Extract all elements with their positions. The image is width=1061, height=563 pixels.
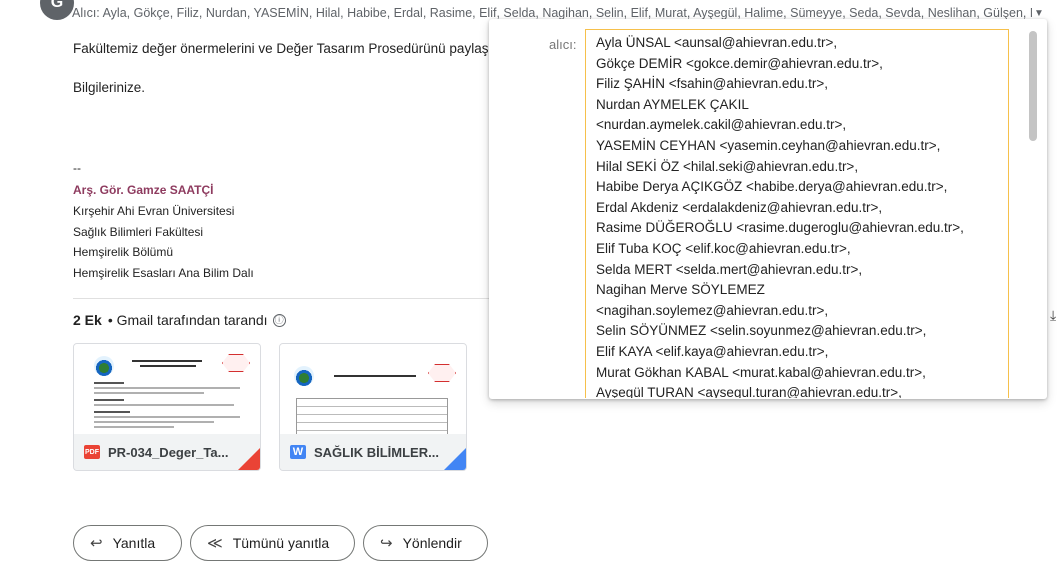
reply-all-icon: ≪	[207, 535, 223, 552]
recipient-item[interactable]: <nagihan.soylemez@ahievran.edu.tr>,	[596, 301, 964, 322]
download-icon[interactable]: ⤓	[1050, 307, 1056, 324]
recipient-item[interactable]: Filiz ŞAHİN <fsahin@ahievran.edu.tr>,	[596, 74, 964, 95]
attachment-count: 2 Ek	[73, 312, 102, 328]
info-icon[interactable]: ⓘ	[272, 313, 286, 327]
recipients-summary[interactable]: Alıcı: Ayla, Gökçe, Filiz, Nurdan, YASEM…	[72, 6, 1032, 20]
recipient-item[interactable]: Habibe Derya AÇIKGÖZ <habibe.derya@ahiev…	[596, 177, 964, 198]
attachment-filename: SAĞLIK BİLİMLER...	[314, 444, 439, 460]
recipient-list: Ayla ÜNSAL <aunsal@ahievran.edu.tr>, Gök…	[596, 33, 964, 398]
word-file-icon: W	[290, 445, 306, 459]
attachment-thumbnail	[280, 344, 466, 436]
university-logo-icon	[294, 366, 314, 386]
recipients-label: alıcı:	[549, 37, 577, 52]
recipient-item[interactable]: Erdal Akdeniz <erdalakdeniz@ahievran.edu…	[596, 198, 964, 219]
signature-line-department: Hemşirelik Bölümü	[73, 245, 174, 259]
signature-name: Arş. Gör. Gamze SAATÇİ	[73, 183, 214, 197]
stamp-icon	[222, 354, 250, 372]
attachment-card-word[interactable]: W SAĞLIK BİLİMLER...	[279, 343, 467, 471]
recipient-item[interactable]: Ayla ÜNSAL <aunsal@ahievran.edu.tr>,	[596, 33, 964, 54]
popover-scrollbar[interactable]	[1029, 31, 1037, 141]
reply-label: Yanıtla	[112, 535, 156, 551]
recipient-item[interactable]: YASEMİN CEYHAN <yasemin.ceyhan@ahievran.…	[596, 136, 964, 157]
reply-all-label: Tümünü yanıtla	[232, 535, 330, 551]
recipient-item[interactable]: Selin SÖYÜNMEZ <selin.soyunmez@ahievran.…	[596, 321, 964, 342]
recipients-popover: alıcı: Ayla ÜNSAL <aunsal@ahievran.edu.t…	[489, 19, 1047, 399]
pdf-file-icon: PDF	[84, 445, 100, 459]
email-body-line-1: Fakültemiz değer önermelerini ve Değer T…	[73, 41, 489, 56]
recipient-item[interactable]: Rasime DÜĞEROĞLU <rasime.dugeroglu@ahiev…	[596, 218, 964, 239]
chevron-down-icon[interactable]: ▼	[1034, 8, 1044, 19]
signature-separator: --	[73, 161, 81, 175]
attachment-caption: W SAĞLIK BİLİMLER...	[280, 434, 466, 470]
sender-avatar[interactable]: G	[40, 0, 74, 20]
page-fold-icon	[238, 448, 260, 470]
forward-button[interactable]: ↪ Yönlendir	[363, 525, 488, 561]
university-logo-icon	[94, 356, 114, 376]
recipient-item[interactable]: Elif KAYA <elif.kaya@ahievran.edu.tr>,	[596, 342, 964, 363]
page-fold-icon	[444, 448, 466, 470]
email-body-line-2: Bilgilerinize.	[73, 80, 146, 95]
reply-button[interactable]: ↩ Yanıtla	[73, 525, 182, 561]
recipient-item[interactable]: Murat Gökhan KABAL <murat.kabal@ahievran…	[596, 363, 964, 384]
scan-label: • Gmail tarafından tarandı	[107, 312, 268, 328]
reply-icon: ↩	[90, 535, 103, 552]
divider	[73, 298, 491, 299]
recipient-item[interactable]: Gökçe DEMİR <gokce.demir@ahievran.edu.tr…	[596, 54, 964, 75]
signature-line-university: Kırşehir Ahi Evran Üniversitesi	[73, 204, 235, 218]
recipient-item[interactable]: <nurdan.aymelek.cakil@ahievran.edu.tr>,	[596, 115, 964, 136]
recipient-item[interactable]: Elif Tuba KOÇ <elif.koc@ahievran.edu.tr>…	[596, 239, 964, 260]
recipient-item[interactable]: Nurdan AYMELEK ÇAKIL	[596, 95, 964, 116]
attachment-filename: PR-034_Deger_Ta...	[108, 444, 229, 460]
attachment-thumbnail	[74, 344, 260, 434]
recipients-field[interactable]: Ayla ÜNSAL <aunsal@ahievran.edu.tr>, Gök…	[585, 29, 1009, 398]
recipient-item[interactable]: Hilal SEKİ ÖZ <hilal.seki@ahievran.edu.t…	[596, 157, 964, 178]
recipient-item[interactable]: Nagihan Merve SÖYLEMEZ	[596, 280, 964, 301]
attachments-header: 2 Ek • Gmail tarafından tarandı ⓘ	[73, 312, 286, 328]
recipient-item[interactable]: Ayşegül TURAN <aysegul.turan@ahievran.ed…	[596, 383, 964, 398]
attachment-caption: PDF PR-034_Deger_Ta...	[74, 434, 260, 470]
attachment-card-pdf[interactable]: PDF PR-034_Deger_Ta...	[73, 343, 261, 471]
recipient-item[interactable]: Selda MERT <selda.mert@ahievran.edu.tr>,	[596, 260, 964, 281]
stamp-icon	[428, 364, 456, 382]
forward-label: Yönlendir	[402, 535, 462, 551]
reply-all-button[interactable]: ≪ Tümünü yanıtla	[190, 525, 355, 561]
signature-line-faculty: Sağlık Bilimleri Fakültesi	[73, 225, 204, 239]
signature-line-division: Hemşirelik Esasları Ana Bilim Dalı	[73, 266, 254, 280]
forward-icon: ↪	[380, 535, 393, 552]
